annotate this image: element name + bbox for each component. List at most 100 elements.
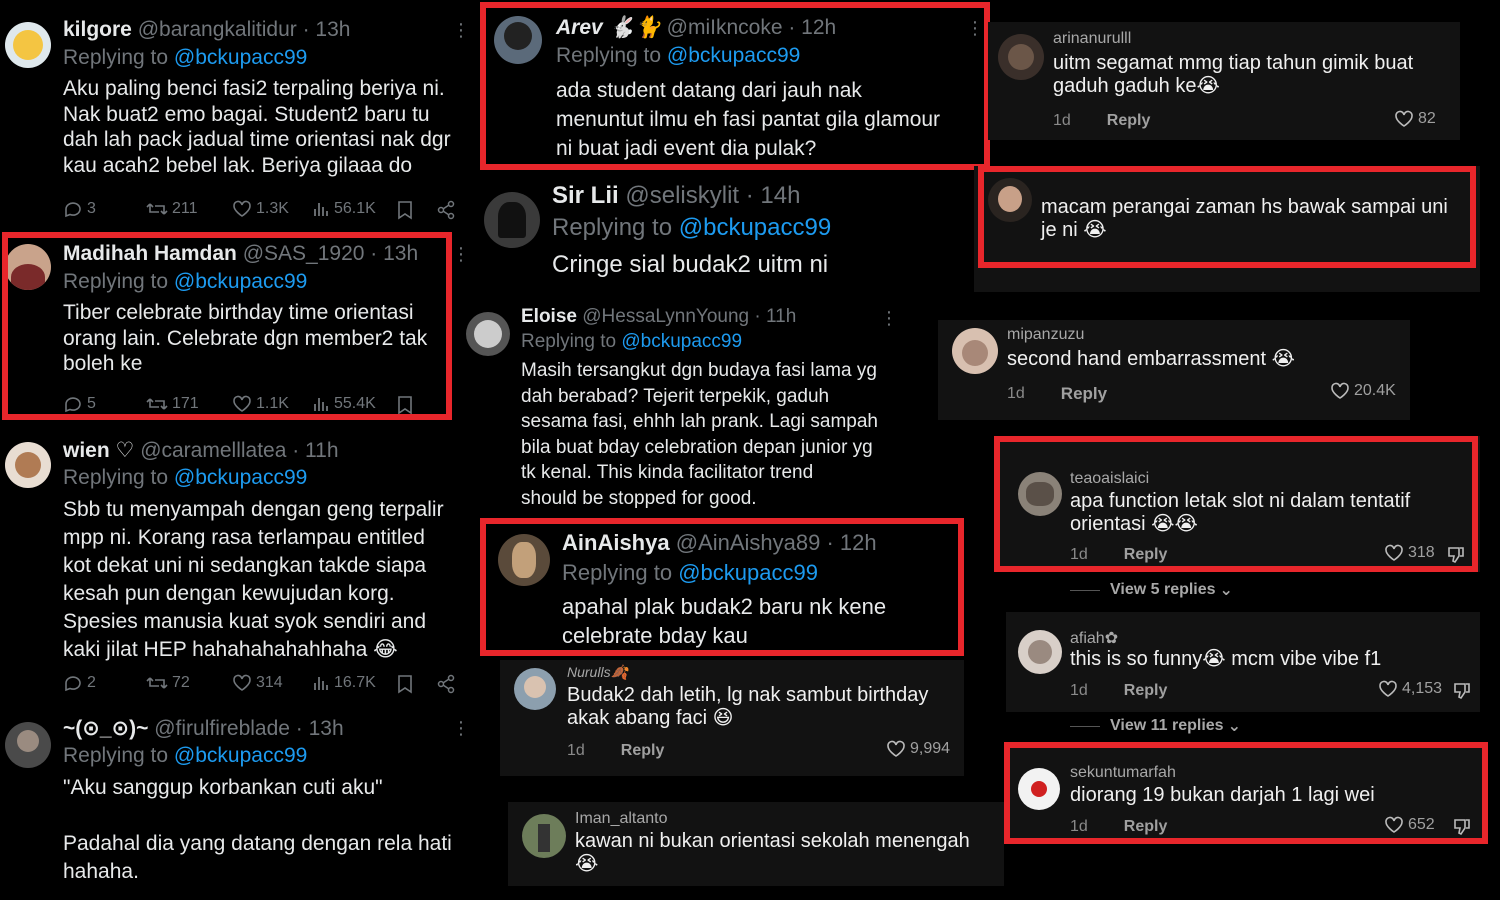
reply-button[interactable]: Reply	[1124, 546, 1168, 564]
like-count[interactable]: 314	[232, 674, 283, 692]
like-button[interactable]: 4,153	[1378, 680, 1442, 698]
avatar[interactable]	[498, 534, 550, 586]
retweet-count[interactable]: 171	[146, 395, 199, 413]
tweet-eloise[interactable]: Eloise @HessaLynnYoung · 11h ⋮ Replying …	[456, 300, 906, 522]
avatar[interactable]	[466, 312, 510, 356]
views-icon	[314, 398, 328, 411]
tweet-ainaishya[interactable]: AinAishya @AinAishya89 · 12h Replying to…	[480, 518, 964, 656]
like-button[interactable]: 82	[1394, 110, 1436, 128]
like-button[interactable]: 318	[1384, 544, 1435, 562]
avatar[interactable]	[514, 668, 556, 710]
bookmark-icon[interactable]	[396, 200, 418, 220]
reply-target-link[interactable]: @bckupacc99	[174, 744, 307, 767]
view-count[interactable]: 16.7K	[312, 674, 376, 692]
reply-target-link[interactable]: @bckupacc99	[174, 46, 307, 69]
share-icon[interactable]	[436, 674, 460, 694]
avatar[interactable]	[988, 178, 1032, 222]
like-button[interactable]: 20.4K	[1330, 382, 1396, 400]
author-name[interactable]: Madihah Hamdan	[63, 242, 237, 265]
tweet-kilgore[interactable]: kilgore @barangkalitidur · 13h ⋮ Replyin…	[0, 8, 478, 230]
avatar[interactable]	[5, 244, 51, 290]
replying-label: Replying to	[552, 214, 673, 241]
avatar[interactable]	[494, 16, 542, 64]
reply-button[interactable]: Reply	[1061, 384, 1107, 404]
avatar[interactable]	[484, 192, 540, 248]
avatar[interactable]	[522, 814, 566, 858]
reply-target-link[interactable]: @bckupacc99	[174, 466, 307, 489]
comment-teaoaislaici[interactable]: teaoaislaici apa function letak slot ni …	[994, 436, 1480, 572]
like-button[interactable]: 9,994	[886, 740, 950, 758]
like-count[interactable]: 1.3K	[232, 200, 289, 218]
tweet-firul[interactable]: ~(⊙_⊙)~ @firulfireblade · 13h ⋮ Replying…	[0, 710, 478, 900]
more-icon[interactable]: ⋮	[966, 18, 984, 39]
avatar[interactable]	[5, 722, 51, 768]
tweet-arev[interactable]: Arev 🐇🐈 @miIkncoke · 12h ⋮ Replying to @…	[480, 2, 990, 170]
reply-count[interactable]: 5	[63, 395, 96, 413]
retweet-count[interactable]: 72	[146, 674, 190, 692]
author-name[interactable]: ~(⊙_⊙)~	[63, 717, 148, 740]
retweet-count[interactable]: 211	[146, 200, 198, 218]
reply-target-link[interactable]: @bckupacc99	[667, 44, 800, 67]
reply-button[interactable]: Reply	[1124, 818, 1168, 836]
view-replies-button[interactable]: View 5 replies ⌄	[1070, 580, 1233, 600]
reply-target-link[interactable]: @bckupacc99	[621, 331, 742, 352]
comment-iman[interactable]: Iman_altanto kawan ni bukan orientasi se…	[508, 802, 1004, 886]
tweet-madihah[interactable]: Madihah Hamdan @SAS_1920 · 13h ⋮ Replyin…	[0, 232, 478, 420]
reply-target-link[interactable]: @bckupacc99	[679, 214, 831, 241]
reply-count[interactable]: 3	[63, 200, 96, 218]
commenter-name[interactable]: Iman_altanto	[575, 810, 668, 828]
comment-sekuntumarfah[interactable]: sekuntumarfah diorang 19 bukan darjah 1 …	[1006, 744, 1486, 844]
bookmark-icon[interactable]	[396, 674, 418, 694]
author-name[interactable]: kilgore	[63, 18, 132, 41]
author-handle: @barangkalitidur · 13h	[137, 18, 351, 41]
tweet-wien[interactable]: wien ♡ @caramelllatea · 11h Replying to …	[0, 428, 478, 704]
reply-count[interactable]: 2	[63, 674, 96, 692]
commenter-name[interactable]: sekuntumarfah	[1070, 764, 1176, 782]
comment-macam-perangai[interactable]: macam perangai zaman hs bawak sampai uni…	[974, 166, 1480, 292]
reply-target-link[interactable]: @bckupacc99	[174, 270, 307, 293]
avatar[interactable]	[998, 34, 1044, 80]
bookmark-icon[interactable]	[396, 395, 418, 415]
reply-button[interactable]: Reply	[621, 742, 665, 760]
author-name[interactable]: AinAishya	[562, 530, 670, 555]
commenter-name[interactable]: arinanurulll	[1053, 30, 1131, 48]
comment-nurulls[interactable]: Nurulls🍂 Budak2 dah letih, lg nak sambut…	[500, 660, 964, 776]
commenter-name[interactable]: mipanzuzu	[1007, 326, 1084, 344]
avatar[interactable]	[952, 328, 998, 374]
view-count[interactable]: 56.1K	[312, 200, 376, 218]
comment-mipanzuzu[interactable]: mipanzuzu second hand embarrassment 😭 1d…	[938, 320, 1410, 420]
avatar[interactable]	[5, 442, 51, 488]
more-icon[interactable]: ⋮	[452, 20, 470, 41]
commenter-name[interactable]: teaoaislaici	[1070, 470, 1149, 488]
avatar[interactable]	[1018, 472, 1062, 516]
author-name[interactable]: Sir Lii	[552, 182, 619, 209]
heart-icon	[233, 674, 251, 691]
avatar[interactable]	[1018, 768, 1060, 810]
author-name[interactable]: Eloise	[521, 306, 577, 327]
more-icon[interactable]: ⋮	[880, 308, 898, 329]
comment-arinanurulll[interactable]: arinanurulll uitm segamat mmg tiap tahun…	[988, 22, 1460, 140]
like-button[interactable]: 652	[1384, 816, 1435, 834]
author-name[interactable]: Arev 🐇🐈	[556, 16, 661, 39]
replying-label: Replying to	[63, 46, 169, 69]
retweet-icon	[146, 203, 168, 215]
avatar[interactable]	[5, 22, 51, 68]
author-name[interactable]: wien ♡	[63, 439, 134, 462]
more-icon[interactable]: ⋮	[452, 718, 470, 739]
reply-target-link[interactable]: @bckupacc99	[678, 560, 818, 585]
avatar[interactable]	[1018, 630, 1062, 674]
like-count[interactable]: 1.1K	[232, 395, 289, 413]
reply-button[interactable]: Reply	[1107, 112, 1151, 130]
share-icon[interactable]	[436, 200, 460, 220]
dislike-icon[interactable]	[1452, 816, 1476, 836]
tweet-sir-lii[interactable]: Sir Lii @seliskylit · 14h Replying to @b…	[468, 172, 908, 298]
view-count[interactable]: 55.4K	[312, 395, 376, 413]
dislike-icon[interactable]	[1446, 544, 1470, 564]
commenter-name[interactable]: Nurulls🍂	[567, 664, 628, 681]
dislike-icon[interactable]	[1452, 680, 1476, 700]
reply-button[interactable]: Reply	[1124, 682, 1168, 700]
more-icon[interactable]: ⋮	[452, 244, 470, 265]
commenter-name[interactable]: afiah✿	[1070, 628, 1118, 648]
comment-afiah[interactable]: afiah✿ this is so funny😭 mcm vibe vibe f…	[1006, 612, 1480, 712]
view-replies-button[interactable]: View 11 replies ⌄	[1070, 716, 1241, 736]
